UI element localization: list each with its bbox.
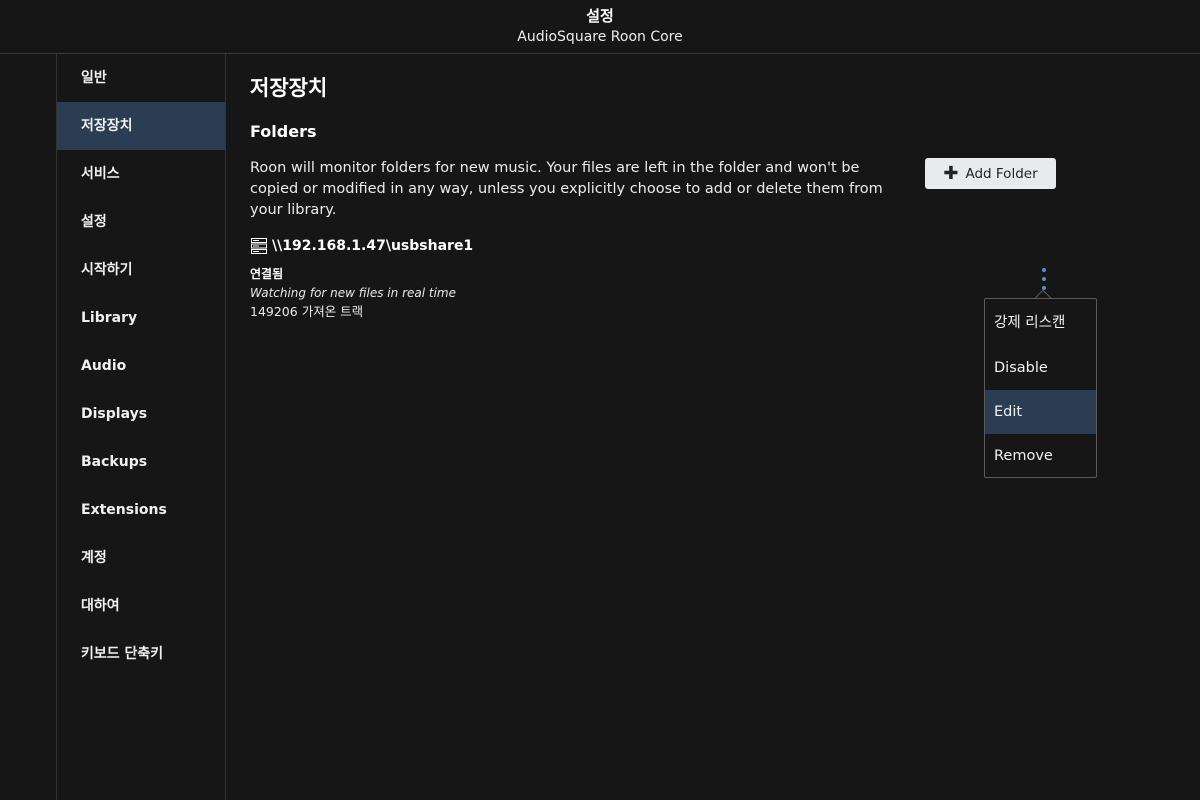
window-header: 설정 AudioSquare Roon Core: [0, 0, 1200, 54]
plus-icon: ✚: [943, 162, 959, 184]
more-dot: [1042, 277, 1046, 281]
sidebar-item-library[interactable]: Library: [57, 294, 225, 342]
sidebar-item-displays[interactable]: Displays: [57, 390, 225, 438]
sidebar-item-storage[interactable]: 저장장치: [57, 102, 225, 150]
folder-status: 연결됨: [250, 267, 284, 281]
sidebar-item-account[interactable]: 계정: [57, 534, 225, 582]
folder-path: \\192.168.1.47\usbshare1: [272, 238, 474, 254]
section-title-folders: Folders: [250, 122, 317, 141]
menu-item-remove[interactable]: Remove: [985, 434, 1096, 478]
page-header-title: 설정: [586, 7, 614, 25]
sidebar-item-keyboard-shortcuts[interactable]: 키보드 단축키: [57, 630, 225, 678]
sidebar-item-extensions[interactable]: Extensions: [57, 486, 225, 534]
sidebar-item-audio[interactable]: Audio: [57, 342, 225, 390]
sidebar-item-about[interactable]: 대하여: [57, 582, 225, 630]
add-folder-button[interactable]: ✚ Add Folder: [925, 158, 1056, 189]
folders-description: Roon will monitor folders for new music.…: [250, 160, 883, 218]
add-folder-label: Add Folder: [965, 165, 1038, 182]
page-title: 저장장치: [250, 76, 328, 100]
menu-item-edit[interactable]: Edit: [985, 390, 1096, 434]
menu-item-force-rescan[interactable]: 강제 리스캔: [985, 301, 1096, 345]
more-dot: [1042, 268, 1046, 272]
sidebar-item-backups[interactable]: Backups: [57, 438, 225, 486]
folder-entry: \\192.168.1.47\usbshare1: [250, 236, 473, 256]
sidebar-item-services[interactable]: 서비스: [57, 150, 225, 198]
folder-watch-status: Watching for new files in real time: [250, 286, 456, 300]
sidebar-item-general[interactable]: 일반: [57, 54, 225, 102]
more-vertical-icon[interactable]: [1034, 266, 1054, 292]
sidebar-item-setup[interactable]: 설정: [57, 198, 225, 246]
folder-track-count: 149206 가져온 트랙: [250, 304, 364, 319]
core-name: AudioSquare Roon Core: [517, 29, 683, 45]
folder-context-menu: 강제 리스캔 Disable Edit Remove: [984, 298, 1097, 478]
network-storage-icon: [251, 238, 267, 254]
sidebar-item-getting-started[interactable]: 시작하기: [57, 246, 225, 294]
menu-item-disable[interactable]: Disable: [985, 346, 1096, 390]
settings-sidebar: 일반 저장장치 서비스 설정 시작하기 Library Audio Displa…: [56, 54, 226, 800]
